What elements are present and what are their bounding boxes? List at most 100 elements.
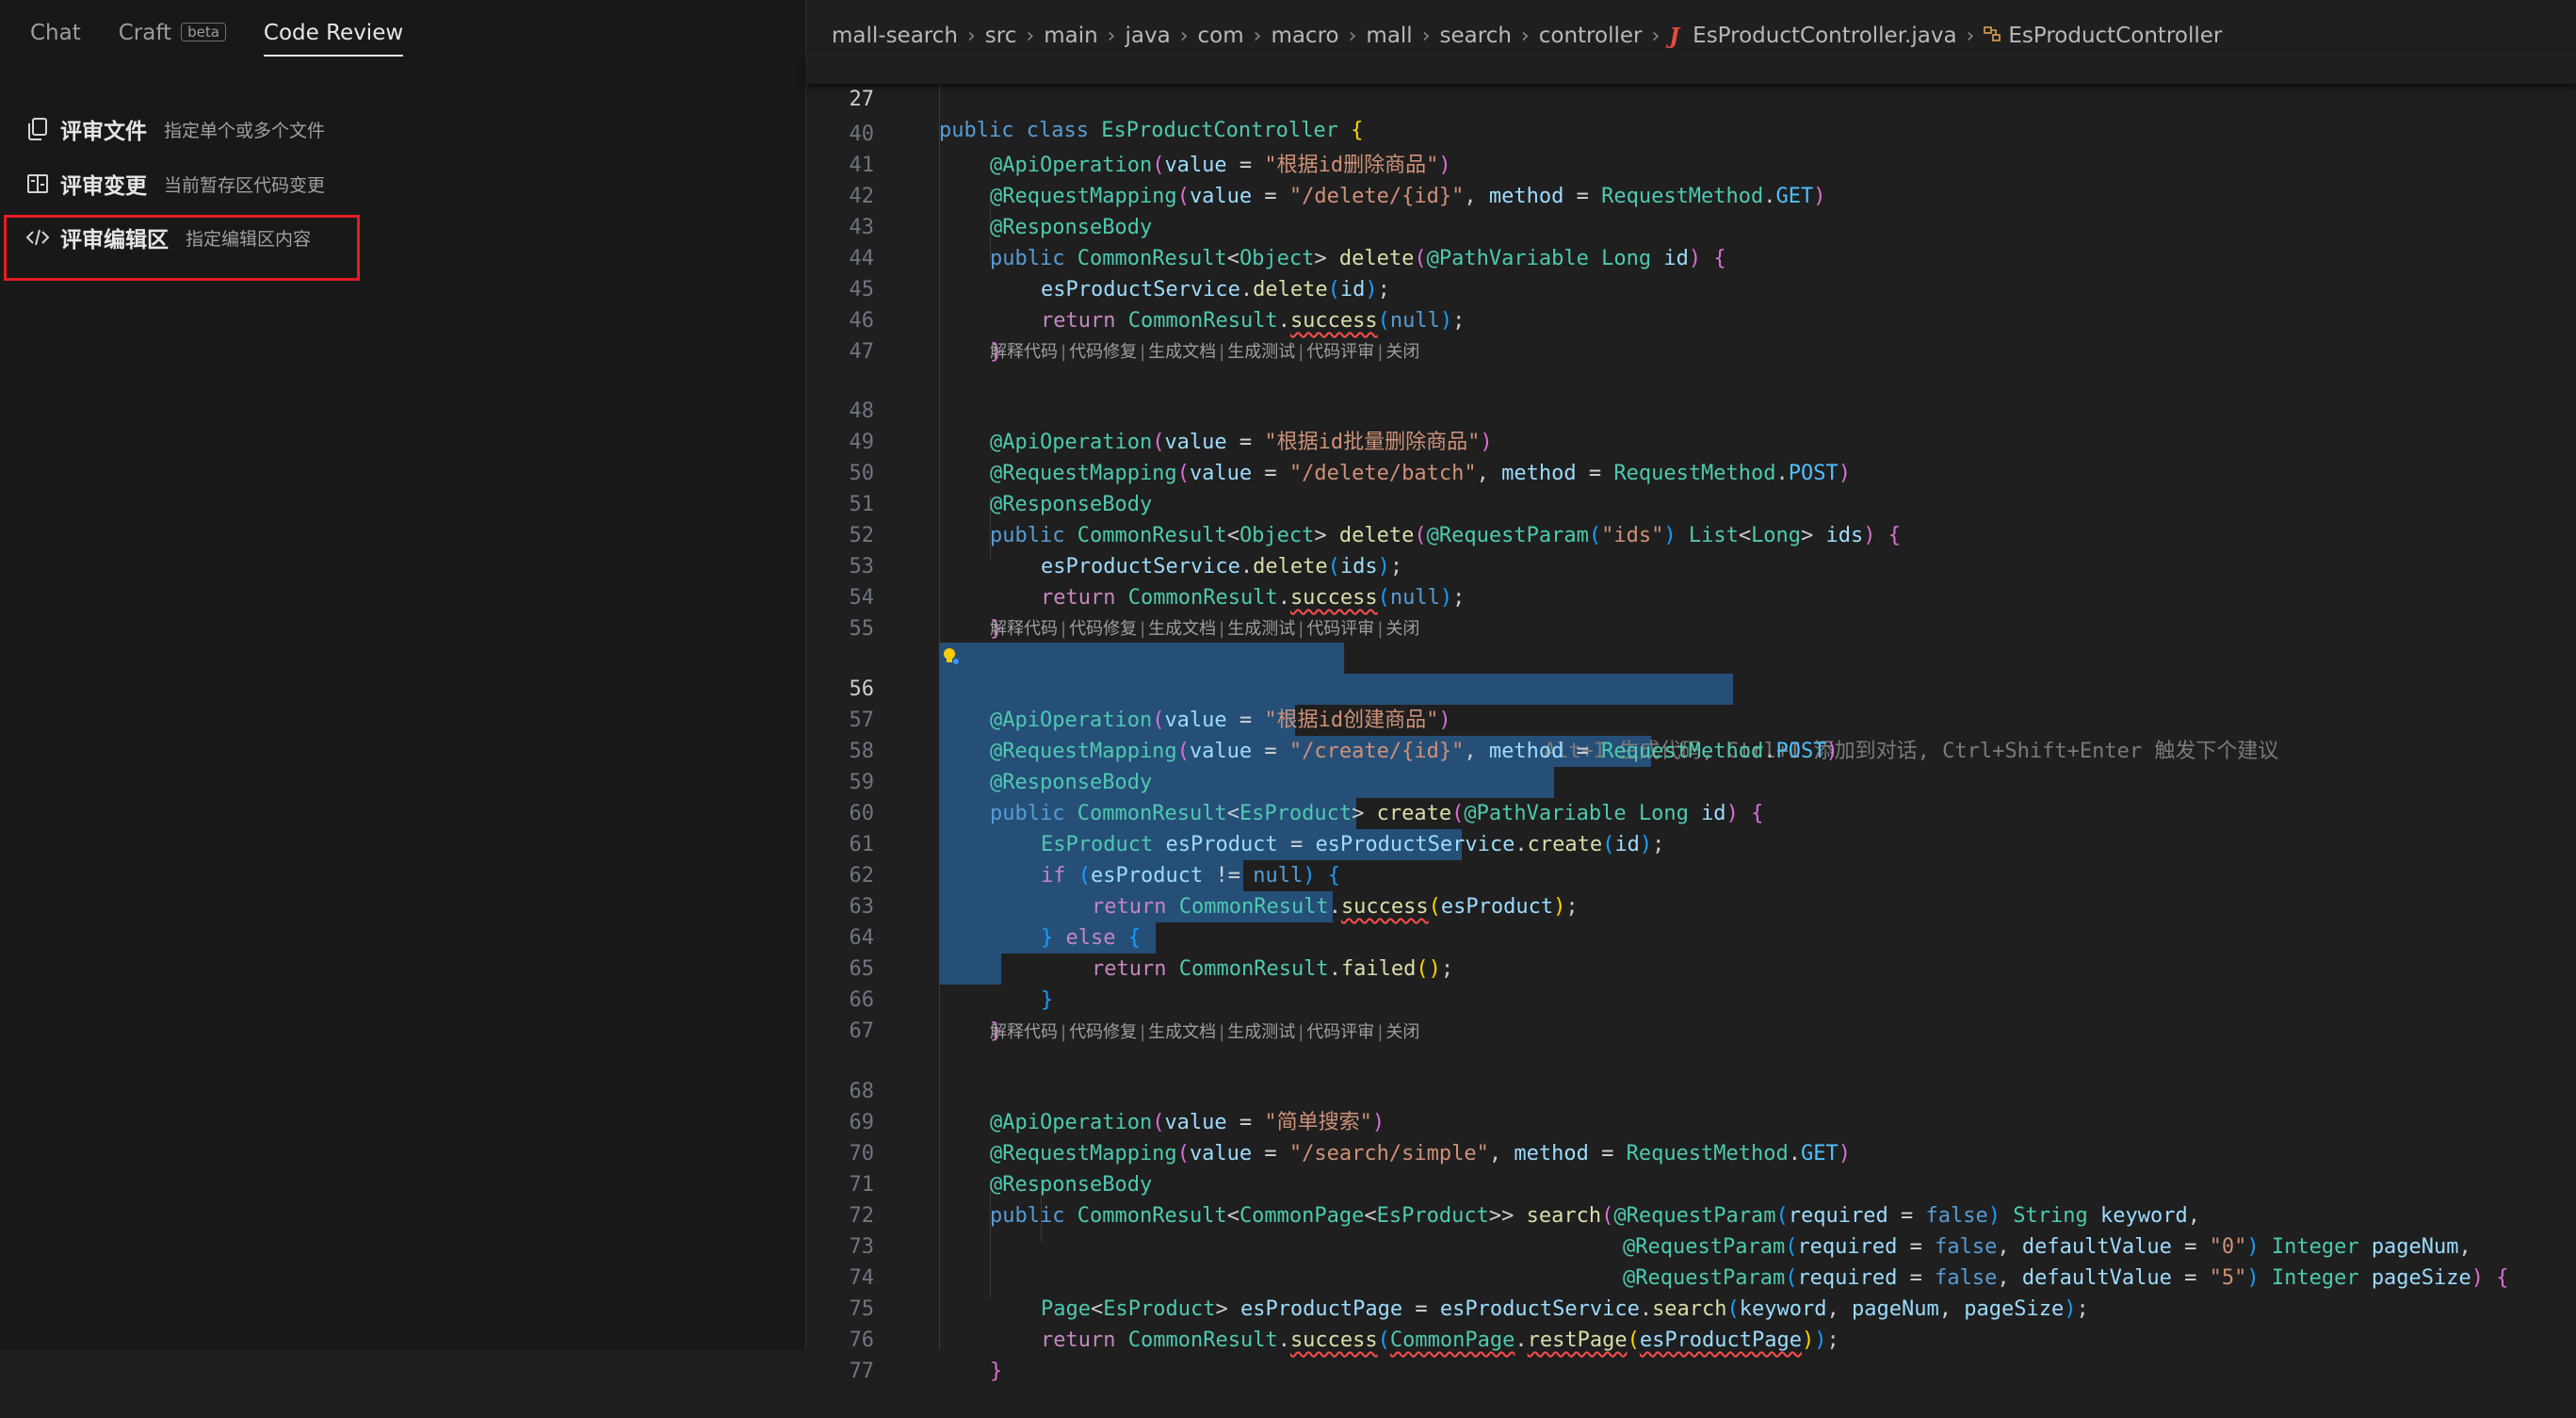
code-line[interactable]: 64 return CommonResult.failed(); xyxy=(806,891,2576,981)
review-files-desc: 指定单个或多个文件 xyxy=(164,120,326,141)
code-line[interactable]: 75 return CommonResult.success(CommonPag… xyxy=(806,1263,2576,1352)
code-line[interactable]: 77 xyxy=(806,1325,2576,1383)
class-symbol-icon xyxy=(1984,24,2001,48)
breadcrumb-file[interactable]: EsProductController.java xyxy=(1693,24,1956,48)
code-line[interactable]: 59 public CommonResult<EsProduct> create… xyxy=(806,736,2576,825)
code-line[interactable]: 69 @RequestMapping(value = "/search/simp… xyxy=(806,1076,2576,1165)
codelens-close[interactable]: 关闭 xyxy=(1385,619,1419,639)
chevron-right-icon: › xyxy=(1651,24,1661,48)
breadcrumb-item[interactable]: macro xyxy=(1271,24,1338,48)
tab-code-review[interactable]: Code Review xyxy=(263,21,404,57)
codelens-tests[interactable]: 生成测试 xyxy=(1227,619,1295,639)
code-text: } xyxy=(990,1360,1003,1383)
codelens-explain[interactable]: 解释代码 xyxy=(990,619,1058,639)
code-line[interactable]: 42 @ResponseBody xyxy=(806,150,2576,239)
codelens-tests[interactable]: 生成测试 xyxy=(1227,1022,1295,1042)
chevron-right-icon: › xyxy=(1253,24,1262,48)
breadcrumb-item[interactable]: controller xyxy=(1539,24,1643,48)
codelens-fix[interactable]: 代码修复 xyxy=(1069,619,1137,639)
codelens-explain[interactable]: 解释代码 xyxy=(990,1022,1058,1042)
breadcrumb: mall-search › src › main › java › com › macro… xyxy=(832,19,2222,53)
codelens-review[interactable]: 代码评审 xyxy=(1306,1022,1374,1042)
tab-chat-label: Chat xyxy=(30,21,81,45)
codelens-explain[interactable]: 解释代码 xyxy=(990,342,1058,362)
chevron-right-icon: › xyxy=(1966,24,1975,48)
code-line[interactable]: 61 if (esProduct != null) { xyxy=(806,798,2576,888)
codelens-actions: 解释代码 | 代码修复 | 生成文档 | 生成测试 | 代码评审 | 关闭 xyxy=(990,342,1420,362)
line-number: 67 xyxy=(849,1019,875,1043)
code-line[interactable]: 70 @ResponseBody xyxy=(806,1107,2576,1197)
tab-code-review-label: Code Review xyxy=(263,21,404,45)
code-line[interactable]: 50 @ResponseBody xyxy=(806,427,2576,516)
code-line[interactable]: 56 @ApiOperation(value = "根据id创建商品") Alt… xyxy=(806,643,2576,763)
breadcrumb-item[interactable]: main xyxy=(1044,24,1097,48)
review-changes-item[interactable]: 评审变更 当前暂存区代码变更 xyxy=(24,168,325,200)
code-line[interactable]: 46 } xyxy=(806,274,2576,364)
breadcrumb-item[interactable]: com xyxy=(1198,24,1244,48)
code-line[interactable]: 63 } else { xyxy=(806,860,2576,950)
code-line[interactable]: 49 @RequestMapping(value = "/delete/batc… xyxy=(806,396,2576,485)
code-line[interactable]: 71 public CommonResult<CommonPage<EsProd… xyxy=(806,1138,2576,1228)
code-line[interactable]: 47 xyxy=(806,305,2576,364)
code-line[interactable]: 43 public CommonResult<Object> delete(@P… xyxy=(806,181,2576,270)
codelens-docs[interactable]: 生成文档 xyxy=(1148,342,1216,362)
breadcrumb-item[interactable]: mall xyxy=(1366,24,1412,48)
codelens-tests[interactable]: 生成测试 xyxy=(1227,342,1295,362)
tab-craft-label: Craft xyxy=(118,21,172,45)
codelens-actions: 解释代码 | 代码修复 | 生成文档 | 生成测试 | 代码评审 | 关闭 xyxy=(990,619,1420,639)
sticky-scroll-line[interactable]: 27 public class EsProductController { xyxy=(806,53,2576,142)
breadcrumb-symbol[interactable]: EsProductController xyxy=(2008,24,2222,48)
code-line[interactable]: 53 return CommonResult.success(null); xyxy=(806,520,2576,610)
codelens-close[interactable]: 关闭 xyxy=(1385,1022,1419,1042)
code-line[interactable]: 66 } xyxy=(806,953,2576,1043)
codelens-docs[interactable]: 生成文档 xyxy=(1148,619,1216,639)
diff-icon xyxy=(24,171,51,197)
codelens-review[interactable]: 代码评审 xyxy=(1306,342,1374,362)
code-line[interactable]: 51 public CommonResult<Object> delete(@R… xyxy=(806,458,2576,547)
sticky-code: public class EsProductController { xyxy=(939,119,1364,142)
chevron-right-icon: › xyxy=(1348,24,1357,48)
line-number: 55 xyxy=(849,617,875,641)
breadcrumb-item[interactable]: mall-search xyxy=(832,24,958,48)
code-line[interactable]: 44 esProductService.delete(id); xyxy=(806,212,2576,302)
codelens-fix[interactable]: 代码修复 xyxy=(1069,342,1137,362)
tab-chat[interactable]: Chat xyxy=(30,21,81,55)
lightbulb-icon[interactable] xyxy=(940,645,961,666)
code-line[interactable]: 52 esProductService.delete(ids); xyxy=(806,489,2576,579)
panel-tabs: Chat Craft beta Code Review xyxy=(30,21,441,57)
code-line[interactable]: 67 xyxy=(806,985,2576,1043)
tab-craft[interactable]: Craft beta xyxy=(119,21,226,55)
review-changes-desc: 当前暂存区代码变更 xyxy=(164,174,326,196)
code-line[interactable]: 62 return CommonResult.success(esProduct… xyxy=(806,829,2576,919)
codelens-fix[interactable]: 代码修复 xyxy=(1069,1022,1137,1042)
code-line[interactable]: 58 @ResponseBody xyxy=(806,705,2576,794)
chevron-right-icon: › xyxy=(1421,24,1431,48)
breadcrumb-item[interactable]: java xyxy=(1125,24,1170,48)
line-number: 77 xyxy=(849,1360,875,1383)
code-line[interactable]: 60 EsProduct esProduct = esProductServic… xyxy=(806,767,2576,856)
chevron-right-icon: › xyxy=(1107,24,1116,48)
code-line[interactable]: 48 @ApiOperation(value = "根据id批量删除商品") xyxy=(806,365,2576,454)
code-line[interactable]: 57 @RequestMapping(value = "/create/{id}… xyxy=(806,674,2576,763)
files-icon xyxy=(24,116,51,142)
codelens-review[interactable]: 代码评审 xyxy=(1306,619,1374,639)
code-line[interactable]: 72 @RequestParam(required = false, defau… xyxy=(806,1169,2576,1259)
chevron-right-icon: › xyxy=(1520,24,1530,48)
code-line[interactable]: 74 Page<EsProduct> esProductPage = esPro… xyxy=(806,1231,2576,1321)
code-line[interactable]: 55 xyxy=(806,582,2576,641)
code-line[interactable]: 45 return CommonResult.success(null); xyxy=(806,243,2576,333)
breadcrumb-item[interactable]: search xyxy=(1440,24,1512,48)
code-line[interactable]: 73 @RequestParam(required = false, defau… xyxy=(806,1200,2576,1290)
code-line[interactable]: 76 } xyxy=(806,1294,2576,1383)
codelens-docs[interactable]: 生成文档 xyxy=(1148,1022,1216,1042)
breadcrumb-item[interactable]: src xyxy=(985,24,1017,48)
review-files-item[interactable]: 评审文件 指定单个或多个文件 xyxy=(24,113,325,145)
code-line[interactable]: 68 @ApiOperation(value = "简单搜索") xyxy=(806,1045,2576,1134)
code-line[interactable]: 54 } xyxy=(806,551,2576,641)
code-editor[interactable]: mall-search › src › main › java › com › macro… xyxy=(806,0,2576,1383)
line-number: 27 xyxy=(849,88,875,111)
codelens-close[interactable]: 关闭 xyxy=(1385,342,1419,362)
codelens-actions: 解释代码 | 代码修复 | 生成文档 | 生成测试 | 代码评审 | 关闭 xyxy=(990,1022,1420,1042)
chevron-right-icon: › xyxy=(966,24,976,48)
code-line[interactable]: 65 } xyxy=(806,922,2576,1012)
